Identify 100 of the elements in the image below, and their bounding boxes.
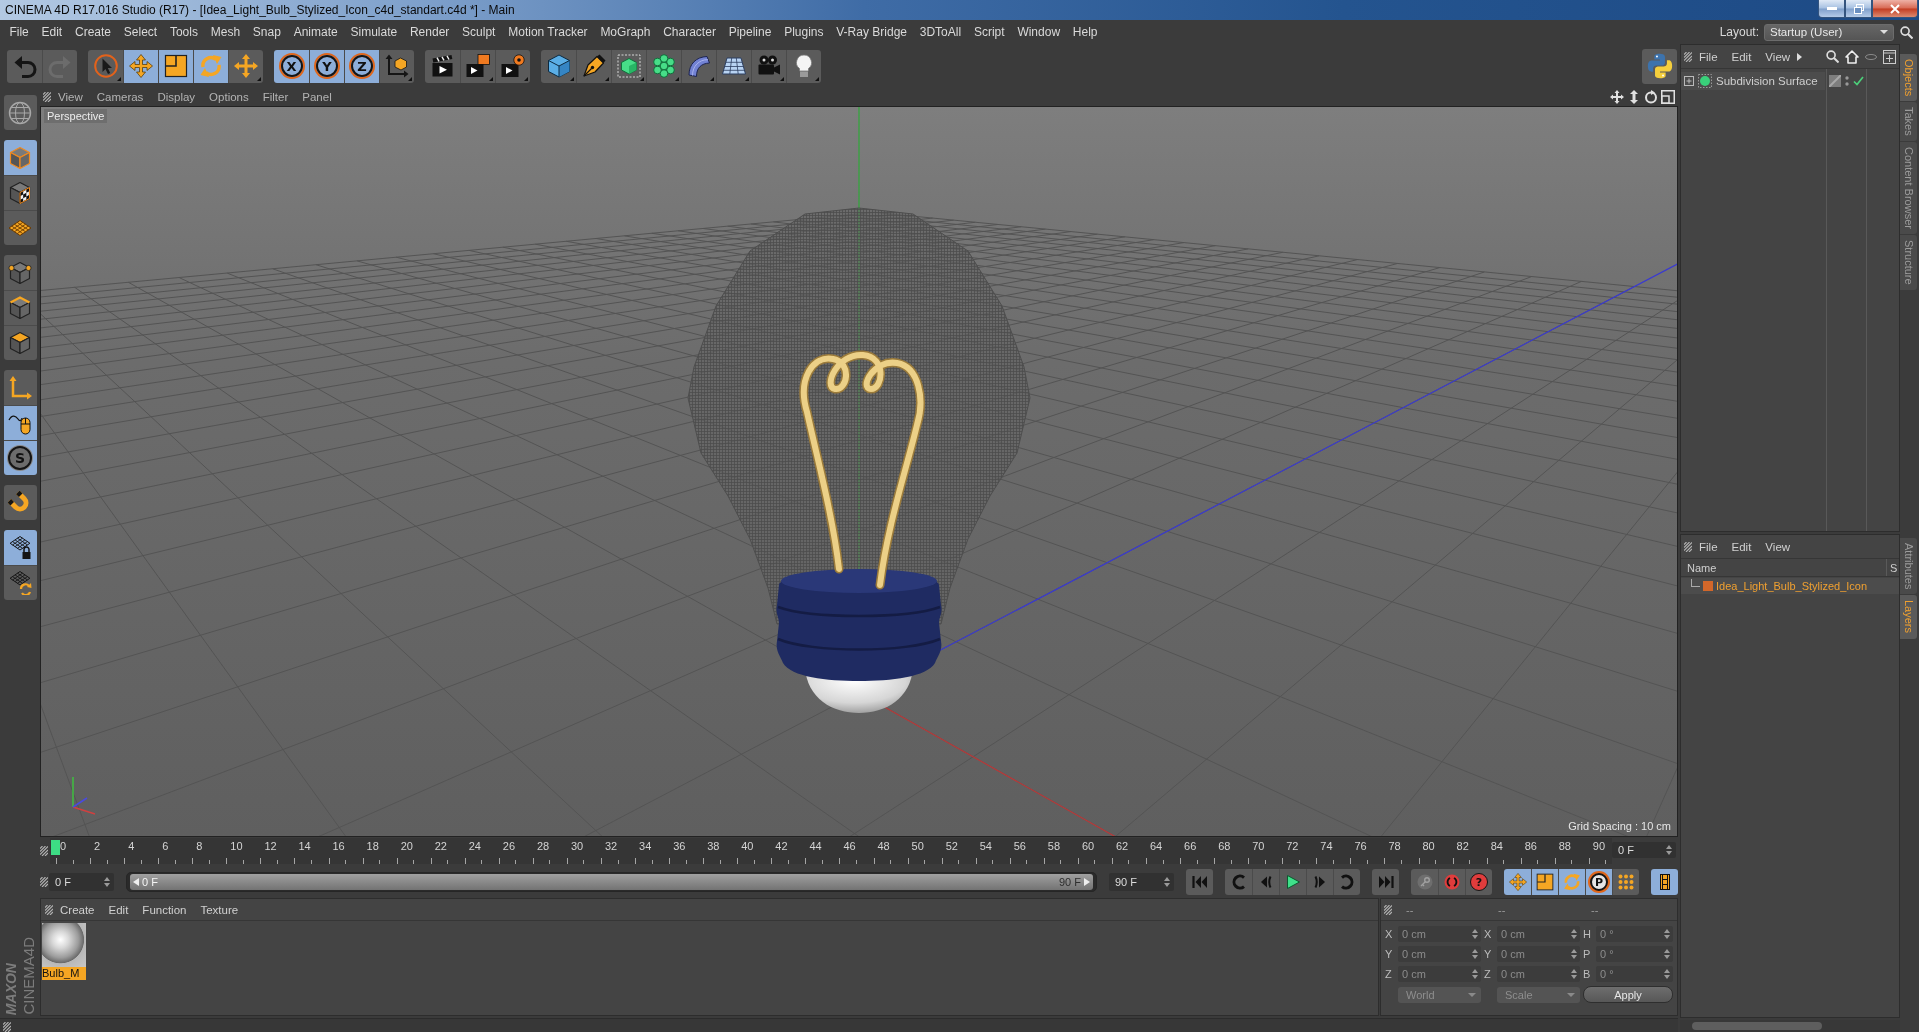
menu-item[interactable]: Character [656, 25, 723, 39]
panel-menu-item[interactable]: Texture [193, 903, 246, 916]
cube-button[interactable] [541, 49, 576, 83]
rotate-tool-button[interactable] [193, 49, 228, 83]
viewport-3d[interactable]: Perspective Grid Spacing : 10 cm [40, 106, 1678, 837]
layer-color-swatch[interactable] [1703, 581, 1713, 591]
apply-button[interactable]: Apply [1583, 986, 1673, 1003]
recent-tool-button[interactable] [228, 49, 263, 83]
ellipse-icon[interactable] [1865, 53, 1877, 60]
deformer-button[interactable] [681, 49, 716, 83]
floor-button[interactable] [716, 49, 751, 83]
light-button[interactable] [786, 49, 821, 83]
plus-box-icon[interactable] [1684, 76, 1694, 86]
tweak-mode-button[interactable] [3, 405, 37, 440]
layout-dropdown[interactable]: Startup (User) [1764, 23, 1894, 41]
grip-icon[interactable] [40, 846, 48, 856]
panel-menu-item[interactable]: Edit [1724, 540, 1759, 553]
help-button[interactable]: ? [1465, 869, 1492, 895]
points-mode-button[interactable] [3, 255, 37, 290]
axis-lock-button[interactable]: Y [309, 49, 344, 83]
four-arrows-icon[interactable] [1610, 90, 1624, 104]
panel-menu-item[interactable]: Edit [1724, 50, 1759, 63]
coordinate-field[interactable]: 0 cm [1497, 946, 1580, 962]
viewport-menu-item[interactable]: Filter [255, 91, 296, 103]
script-manager-button[interactable] [1642, 48, 1677, 84]
minimize-button[interactable] [1818, 0, 1845, 18]
side-tab[interactable]: Structure [1900, 235, 1917, 290]
panel-menu-item[interactable]: Function [135, 903, 194, 916]
maximize-icon[interactable] [1661, 90, 1675, 104]
side-tab[interactable]: Layers [1900, 595, 1917, 639]
coordinate-field[interactable]: 0 cm [1398, 926, 1481, 942]
grip-icon[interactable] [40, 877, 48, 887]
axis-lock-button[interactable]: X [274, 49, 309, 83]
go-to-end-button[interactable] [1372, 869, 1399, 895]
side-tab[interactable]: Content Browser [1900, 142, 1917, 234]
menu-item[interactable]: Motion Tracker [501, 25, 594, 39]
menu-item[interactable]: Plugins [777, 25, 830, 39]
menu-item[interactable]: Edit [35, 25, 69, 39]
material-name[interactable]: Bulb_M [42, 967, 86, 980]
previous-frame-button[interactable] [1252, 869, 1279, 895]
panel-menu-item[interactable]: Create [53, 903, 102, 916]
go-to-start-button[interactable] [1186, 869, 1213, 895]
close-button[interactable] [1872, 0, 1918, 18]
start-frame-field[interactable]: 0 F [49, 873, 114, 891]
menu-item[interactable]: Pipeline [722, 25, 778, 39]
menu-item[interactable]: Window [1011, 25, 1067, 39]
panel-menu-item[interactable]: File [1692, 50, 1725, 63]
subdivision-button[interactable] [611, 49, 646, 83]
undo-button[interactable] [7, 49, 42, 83]
timeline-button[interactable] [1651, 869, 1678, 895]
coordinate-field[interactable]: 0 ° [1596, 926, 1673, 942]
move-key-button[interactable] [1504, 869, 1531, 895]
panel-menu-item[interactable]: View [1758, 540, 1798, 553]
viewport-menu-item[interactable]: Panel [295, 91, 339, 103]
camera-label[interactable]: Perspective [44, 109, 108, 123]
grip-icon[interactable] [3, 1021, 11, 1032]
coordinate-field[interactable]: 0 ° [1596, 946, 1673, 962]
menu-item[interactable]: Sculpt [455, 25, 502, 39]
edges-mode-button[interactable] [3, 290, 37, 325]
coordinate-system-button[interactable] [379, 49, 414, 83]
coordinate-field[interactable]: 0 ° [1596, 966, 1673, 982]
snap-button[interactable] [3, 485, 37, 520]
axis-lock-button[interactable]: Z [344, 49, 379, 83]
texture-mode-button[interactable] [3, 175, 37, 210]
object-row[interactable]: Subdivision Surface [1681, 72, 1825, 90]
menu-item[interactable]: Simulate [344, 25, 404, 39]
grip-icon[interactable] [1684, 51, 1692, 62]
parameter-key-button[interactable]: P [1585, 869, 1612, 895]
workplane-lock-button[interactable] [3, 530, 37, 565]
restore-button[interactable] [1845, 0, 1872, 18]
menu-item[interactable]: Select [117, 25, 164, 39]
coordinate-field[interactable]: 0 cm [1497, 926, 1580, 942]
grip-icon[interactable] [1684, 541, 1692, 552]
panel-menu-item[interactable]: File [1692, 540, 1725, 553]
end-frame-field[interactable]: 90 F [1109, 873, 1174, 891]
cloner-button[interactable] [646, 49, 681, 83]
selection-tool-button[interactable] [88, 49, 123, 83]
viewport-menu-item[interactable]: Display [150, 91, 203, 103]
search-icon[interactable] [1900, 25, 1913, 39]
side-tab[interactable]: Attributes [1900, 538, 1917, 595]
move-tool-button[interactable] [123, 49, 158, 83]
menu-item[interactable]: Render [403, 25, 456, 39]
viewport-menu-item[interactable]: View [51, 91, 90, 103]
workplane-mode-button[interactable] [3, 210, 37, 245]
coordinate-field[interactable]: 0 cm [1497, 966, 1580, 982]
menu-item[interactable]: V-Ray Bridge [829, 25, 914, 39]
grip-icon[interactable] [43, 92, 51, 102]
plus-panel-icon[interactable] [1883, 49, 1896, 64]
panel-menu-item[interactable]: View [1758, 50, 1798, 63]
axis-mode-button[interactable] [3, 370, 37, 405]
rotate-key-button[interactable] [1558, 869, 1585, 895]
menu-item[interactable]: Script [967, 25, 1011, 39]
polygons-mode-button[interactable] [3, 325, 37, 360]
viewport-menu-item[interactable]: Options [202, 91, 256, 103]
light-bulb-drawing[interactable] [687, 207, 1031, 713]
coordinate-field[interactable]: 0 cm [1398, 946, 1481, 962]
solo-button[interactable]: S [3, 440, 37, 475]
render-settings-button[interactable] [495, 49, 530, 83]
record-button[interactable] [1438, 869, 1465, 895]
render-view-button[interactable] [425, 49, 460, 83]
